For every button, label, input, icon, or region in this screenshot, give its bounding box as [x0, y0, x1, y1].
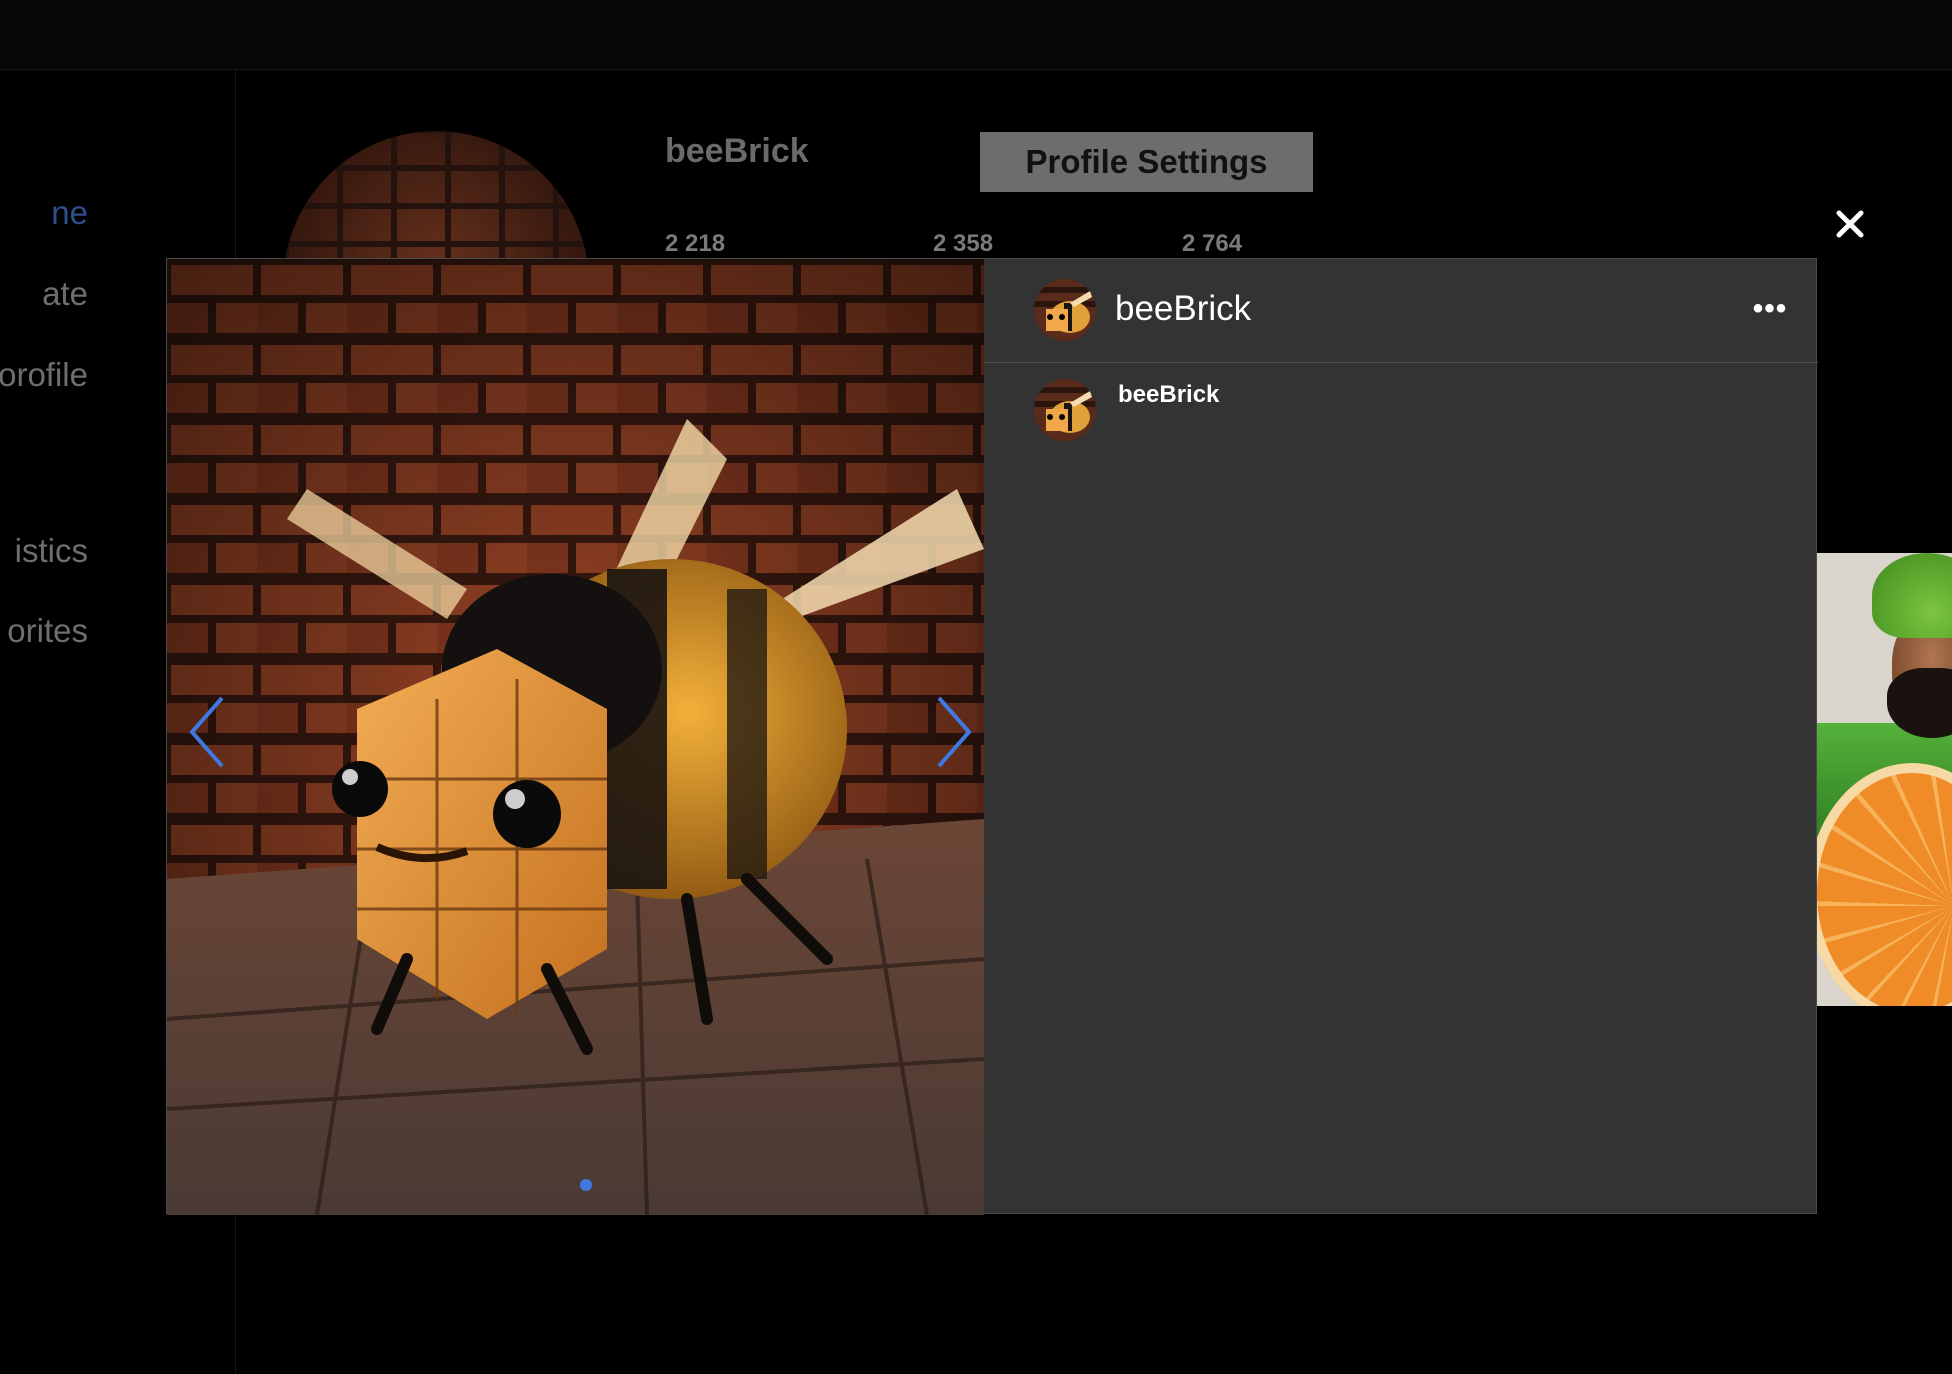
carousel-dot-active[interactable] [579, 1179, 592, 1191]
post-image [167, 259, 984, 1215]
stat-value: 2 764 [1182, 230, 1243, 257]
comment-item: beeBrick [984, 379, 1818, 459]
bee-avatar-icon [1034, 279, 1096, 341]
chevron-right-icon[interactable] [929, 687, 979, 777]
chevron-left-icon[interactable] [182, 687, 232, 777]
close-icon[interactable] [1830, 204, 1870, 244]
bee-avatar-icon [1034, 379, 1096, 441]
comment-username[interactable]: beeBrick [1118, 381, 1219, 409]
avatar[interactable] [1034, 379, 1096, 441]
profile-settings-button[interactable]: Profile Settings [980, 132, 1313, 192]
sidebar-item-favorites[interactable]: orites [0, 612, 88, 650]
top-bar [0, 0, 1952, 70]
thumb-turban [1872, 553, 1952, 638]
close-icon-glyph [1836, 210, 1864, 238]
stat-value: 2 358 [933, 230, 994, 257]
chevron-left-glyph [189, 696, 224, 768]
post-details-panel: beeBrick ••• beeBrick [984, 259, 1818, 1213]
carousel-dots [167, 1179, 984, 1191]
ellipsis-icon[interactable]: ••• [1750, 289, 1790, 329]
brick-bee-image [167, 259, 984, 1215]
post-modal: beeBrick ••• beeBrick [166, 258, 1818, 1215]
sidebar-item-create[interactable]: ate [0, 275, 88, 313]
post-author-username[interactable]: beeBrick [1115, 289, 1251, 329]
sidebar-item-profile[interactable]: orofile [0, 356, 88, 394]
sidebar-item-home[interactable]: ne [0, 194, 88, 232]
avatar[interactable] [1034, 279, 1096, 341]
chevron-right-glyph [937, 696, 972, 768]
post-header: beeBrick ••• [984, 259, 1818, 363]
post-thumbnail[interactable] [1817, 553, 1952, 1006]
sidebar-item-statistics[interactable]: istics [0, 532, 88, 570]
profile-username: beeBrick [665, 132, 809, 170]
stat-value: 2 218 [665, 230, 726, 257]
